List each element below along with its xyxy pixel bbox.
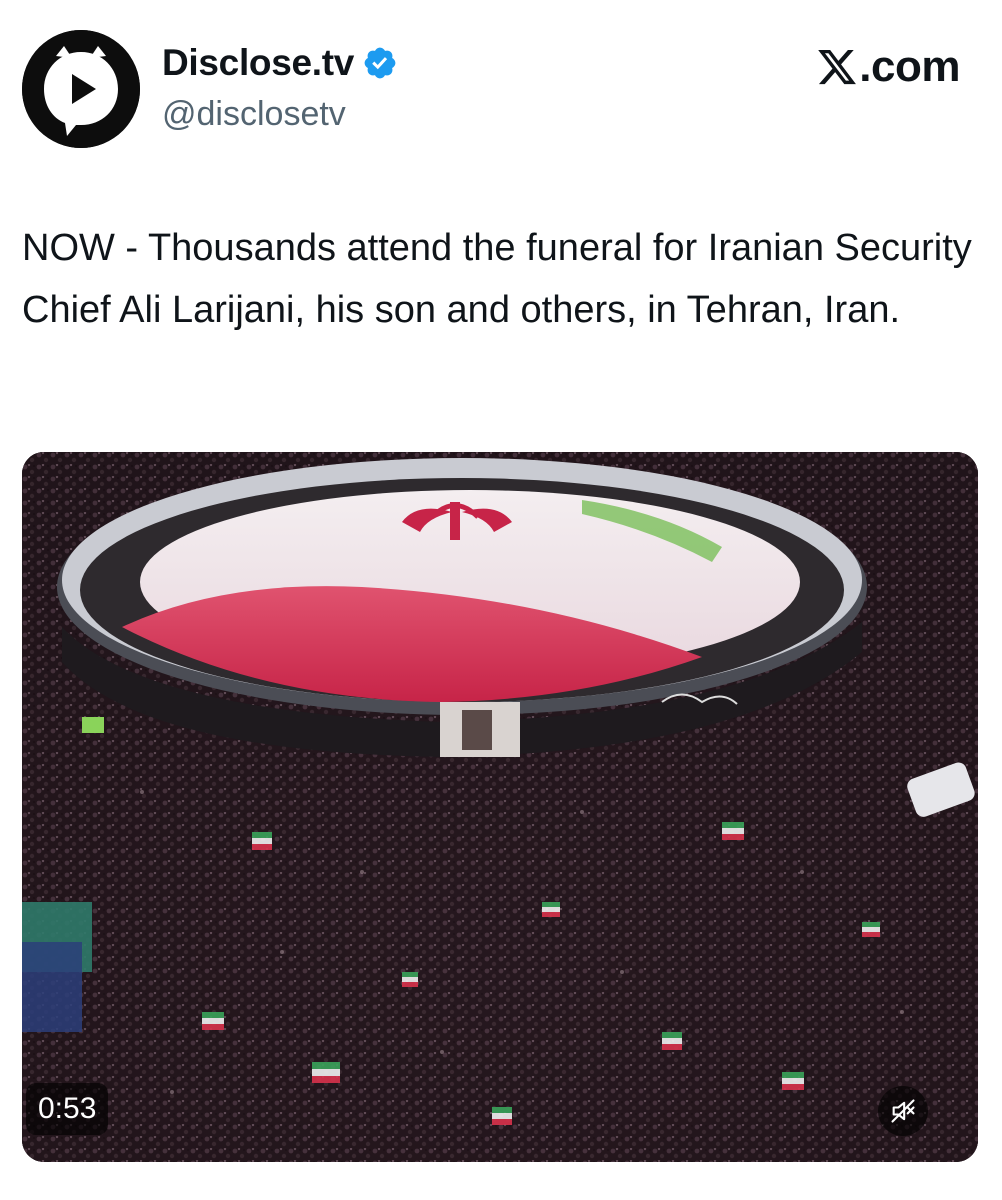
mute-toggle-button[interactable] xyxy=(878,1086,928,1136)
x-logo-icon xyxy=(818,49,857,85)
source-label: .com xyxy=(859,42,960,91)
funeral-crowd-video-frame xyxy=(22,452,978,1162)
video-player[interactable] xyxy=(22,452,978,1162)
author-handle[interactable]: @disclosetv xyxy=(162,95,346,134)
verified-badge-icon xyxy=(364,47,396,79)
author-name-row: Disclose.tv xyxy=(162,42,398,84)
speaker-muted-icon xyxy=(891,1099,915,1123)
author-display-name[interactable]: Disclose.tv xyxy=(162,42,354,84)
source-badge: .com xyxy=(816,42,960,92)
tweet-text: NOW - Thousands attend the funeral for I… xyxy=(22,227,972,331)
play-speech-bubble-icon xyxy=(22,30,140,148)
video-duration: 0:53 xyxy=(26,1083,109,1135)
avatar[interactable] xyxy=(22,30,140,148)
